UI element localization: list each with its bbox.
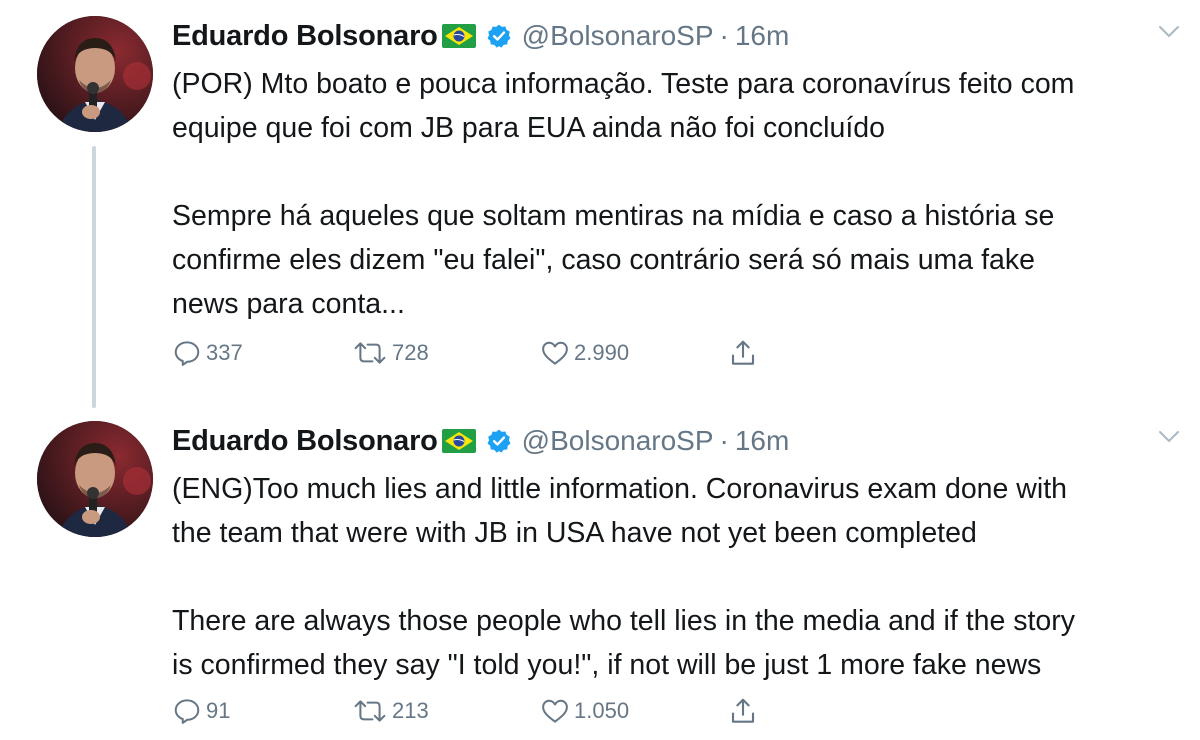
reply-icon	[172, 696, 202, 726]
brazil-flag-icon	[441, 24, 476, 48]
heart-icon	[540, 696, 570, 726]
author-name[interactable]: Eduardo Bolsonaro	[172, 425, 438, 458]
reply-icon	[172, 338, 202, 368]
separator-dot: ·	[719, 20, 729, 51]
heart-icon	[540, 338, 570, 368]
text-line: There are always those people who tell l…	[172, 605, 1075, 637]
text-line: the team that were with JB in USA have n…	[172, 517, 977, 549]
like-button[interactable]: 2.990	[540, 336, 629, 370]
tweet-header: Eduardo Bolsonaro @BolsonaroSP · 16m	[172, 14, 789, 58]
share-button[interactable]	[728, 694, 758, 728]
tweet-time[interactable]: 16m	[735, 425, 789, 457]
text-line: equipe que foi com JB para EUA ainda não…	[172, 112, 885, 144]
like-count: 2.990	[574, 340, 630, 365]
text-line: news para conta...	[172, 288, 405, 320]
reply-button[interactable]: 91	[172, 694, 230, 728]
text-line: confirme eles dizem "eu falei", caso con…	[172, 244, 1035, 276]
reply-button[interactable]: 337	[172, 336, 243, 370]
verified-badge-icon	[486, 428, 512, 454]
chevron-down-icon[interactable]	[1158, 24, 1180, 40]
separator-dot: ·	[719, 425, 729, 456]
share-icon	[728, 696, 758, 726]
tweet-actions: 91 213 1.050	[172, 694, 792, 728]
like-button[interactable]: 1.050	[540, 694, 629, 728]
tweet-header: Eduardo Bolsonaro @BolsonaroSP · 16m	[172, 419, 789, 463]
tweet-text: (ENG)Too much lies and little informatio…	[172, 467, 1192, 687]
retweet-icon	[352, 338, 388, 368]
text-line: (ENG)Too much lies and little informatio…	[172, 473, 1067, 505]
author-handle[interactable]: @BolsonaroSP	[522, 425, 714, 457]
tweet[interactable]: Eduardo Bolsonaro @BolsonaroSP · 16m (PO…	[0, 0, 1200, 405]
text-line: Sempre há aqueles que soltam mentiras na…	[172, 200, 1055, 232]
retweet-count: 213	[392, 698, 429, 723]
brazil-flag-icon	[441, 429, 476, 453]
tweet-actions: 337 728 2.990	[172, 336, 792, 370]
share-button[interactable]	[728, 336, 758, 370]
reply-count: 337	[206, 340, 243, 365]
avatar[interactable]	[37, 421, 153, 537]
chevron-down-icon[interactable]	[1158, 429, 1180, 445]
tweet-text: (POR) Mto boato e pouca informação. Test…	[172, 62, 1192, 326]
avatar[interactable]	[37, 16, 153, 132]
share-icon	[728, 338, 758, 368]
text-line: (POR) Mto boato e pouca informação. Test…	[172, 68, 1075, 100]
tweet[interactable]: Eduardo Bolsonaro @BolsonaroSP · 16m (EN…	[0, 405, 1200, 740]
text-line: is confirmed they say "I told you!", if …	[172, 649, 1042, 681]
retweet-button[interactable]: 728	[352, 336, 429, 370]
tweet-time[interactable]: 16m	[735, 20, 789, 52]
reply-count: 91	[206, 698, 231, 723]
retweet-button[interactable]: 213	[352, 694, 429, 728]
like-count: 1.050	[574, 698, 630, 723]
verified-badge-icon	[486, 23, 512, 49]
retweet-count: 728	[392, 340, 429, 365]
retweet-icon	[352, 696, 388, 726]
author-handle[interactable]: @BolsonaroSP	[522, 20, 714, 52]
author-name[interactable]: Eduardo Bolsonaro	[172, 20, 438, 53]
